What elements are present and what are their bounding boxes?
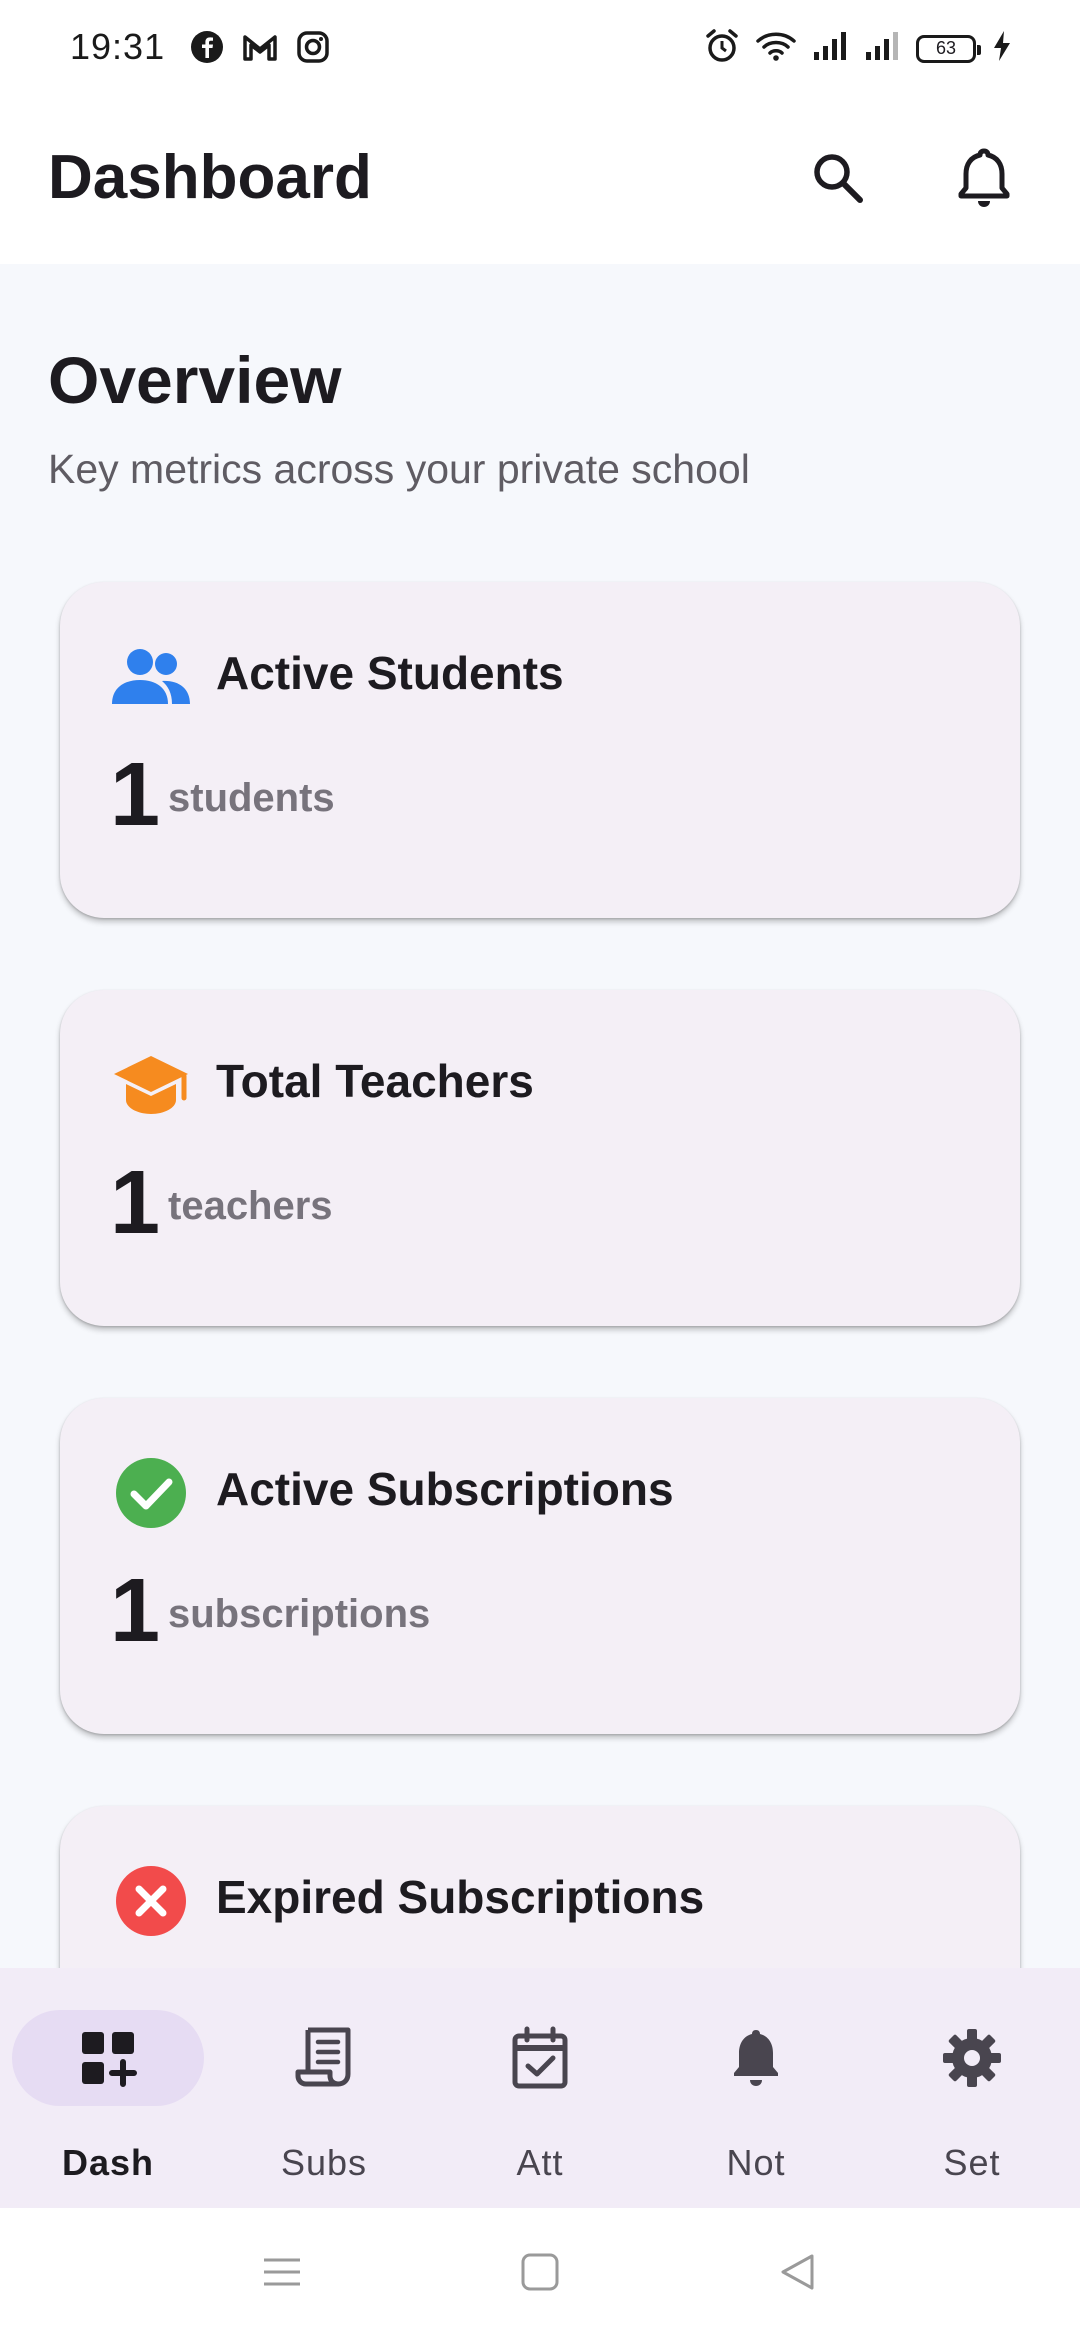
receipt-icon (216, 2022, 432, 2094)
status-system-icons: 63 (704, 28, 1012, 69)
nav-label: Not (726, 2142, 786, 2183)
nav-item-not[interactable]: Not (648, 1968, 864, 2208)
card-title: Expired Subscriptions (216, 1871, 705, 1923)
menu-lines-icon (262, 2252, 302, 2297)
card-value: 1 (110, 745, 161, 845)
nav-item-att[interactable]: Att (432, 1968, 648, 2208)
card-unit: subscriptions (168, 1592, 431, 1636)
nav-label: Set (943, 2142, 1001, 2183)
status-app-icons (190, 30, 330, 69)
notifications-button[interactable] (946, 142, 1022, 218)
app-bar: Dashboard (0, 96, 1080, 264)
facebook-icon (190, 30, 224, 69)
calendar-check-icon (432, 2022, 648, 2094)
graduation-cap-icon (110, 1044, 192, 1126)
card-title: Total Teachers (216, 1055, 534, 1107)
card-unit: students (168, 776, 335, 820)
gmail-icon (242, 32, 278, 67)
bell-icon (648, 2022, 864, 2094)
dashboard-add-icon (0, 2022, 216, 2094)
cancel-circle-icon (110, 1860, 192, 1942)
overview-subtitle: Key metrics across your private school (48, 446, 750, 492)
signal-icon (812, 30, 848, 67)
alarm-icon (704, 28, 740, 69)
wifi-icon (756, 30, 796, 67)
page-title: Dashboard (48, 143, 372, 212)
charging-bolt-icon (992, 29, 1012, 68)
metric-card-active-students[interactable]: Active Students 1 students (60, 582, 1020, 918)
back-button[interactable] (768, 2244, 828, 2304)
nav-label: Att (516, 2142, 564, 2183)
overview-title: Overview (48, 343, 342, 417)
card-unit: teachers (168, 1184, 333, 1228)
instagram-icon (296, 30, 330, 69)
recents-button[interactable] (252, 2244, 312, 2304)
search-icon (808, 148, 868, 213)
system-navigation-bar (0, 2208, 1080, 2340)
nav-label: Subs (280, 2142, 368, 2183)
home-button[interactable] (510, 2244, 570, 2304)
dashboard-content[interactable]: Overview Key metrics across your private… (0, 264, 1080, 1968)
metric-card-total-teachers[interactable]: Total Teachers 1 teachers (60, 990, 1020, 1326)
gear-icon (864, 2022, 1080, 2094)
bell-icon (954, 146, 1014, 215)
bottom-navigation: Dash Subs Att Not Set (0, 1968, 1080, 2208)
square-icon (520, 2252, 560, 2297)
metric-card-active-subscriptions[interactable]: Active Subscriptions 1 subscriptions (60, 1398, 1020, 1734)
search-button[interactable] (800, 142, 876, 218)
card-value: 1 (110, 1561, 161, 1661)
status-bar: 19:31 63 (0, 0, 1080, 96)
nav-item-dash[interactable]: Dash (0, 1968, 216, 2208)
back-triangle-icon (778, 2252, 818, 2297)
check-circle-icon (110, 1452, 192, 1534)
nav-item-subs[interactable]: Subs (216, 1968, 432, 2208)
card-title: Active Subscriptions (216, 1463, 674, 1515)
nav-item-set[interactable]: Set (864, 1968, 1080, 2208)
card-value: 1 (110, 1153, 161, 1253)
signal-icon (864, 30, 900, 67)
nav-label: Dash (61, 2142, 155, 2183)
card-title: Active Students (216, 647, 564, 699)
metric-card-expired-subscriptions[interactable]: Expired Subscriptions (60, 1806, 1020, 1968)
battery-indicator: 63 (916, 34, 981, 63)
people-icon (110, 636, 192, 718)
status-time: 19:31 (70, 26, 166, 67)
